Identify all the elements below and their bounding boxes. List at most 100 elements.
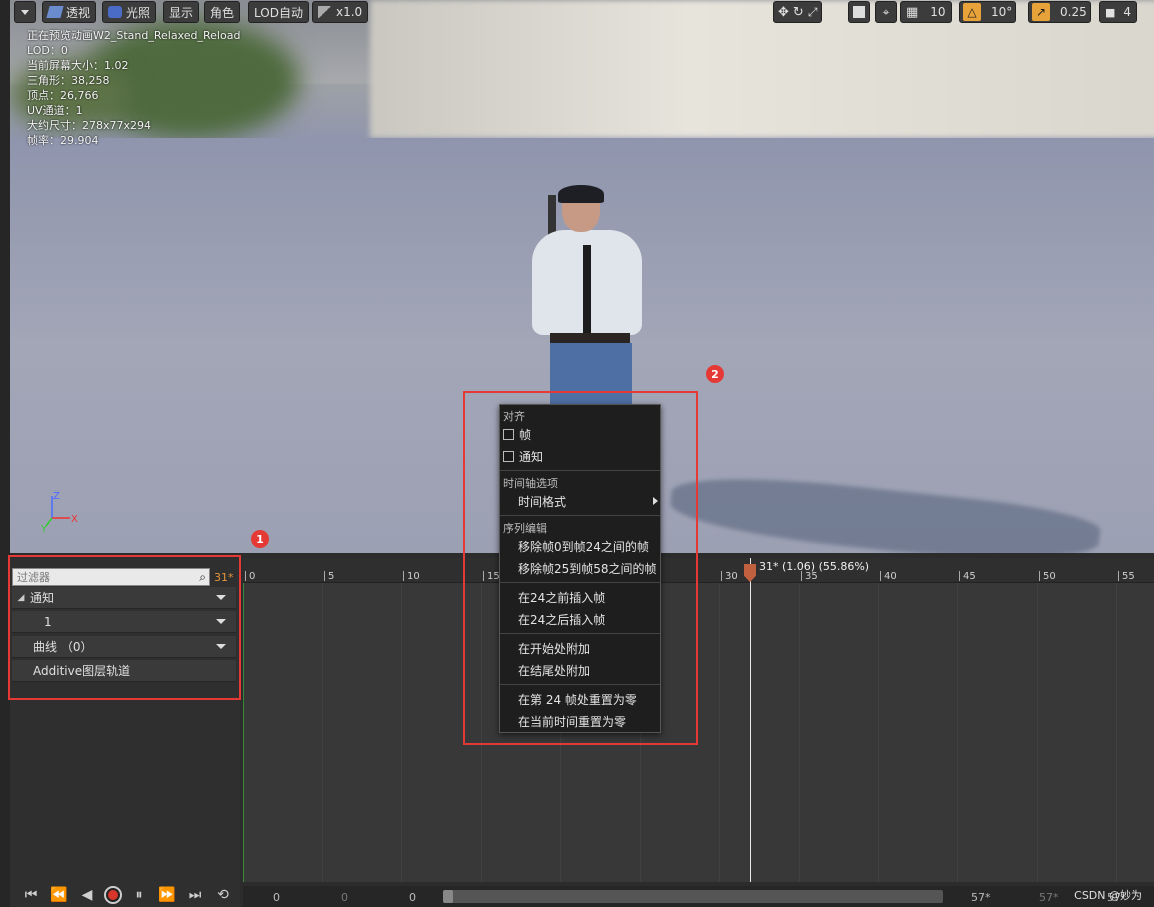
- camera-icon: ■: [1105, 5, 1116, 19]
- axis-x-label: X: [71, 514, 78, 525]
- step-back-icon[interactable]: ⏪: [48, 886, 70, 904]
- menu-separator: [500, 582, 660, 583]
- menu-item-append-start[interactable]: 在开始处附加: [500, 637, 660, 659]
- menu-item-snap-notify[interactable]: 通知: [500, 445, 660, 467]
- filter-placeholder: 过滤器: [17, 571, 50, 584]
- menu-separator: [500, 515, 660, 516]
- menu-item-label: 移除帧0到帧24之间的帧: [518, 539, 649, 554]
- collapse-arrow-icon[interactable]: ◢: [12, 593, 30, 603]
- annotation-badge-2: 2: [706, 365, 724, 383]
- menu-item-snap-frame[interactable]: 帧: [500, 423, 660, 445]
- time-ruler[interactable]: 0 5 10 15 30 35 40 45 50 55: [243, 558, 1154, 583]
- range-view-start-value[interactable]: 0: [341, 891, 348, 904]
- grid-line: [481, 583, 482, 882]
- rotate-icon[interactable]: ↻: [793, 5, 804, 20]
- lighting-button[interactable]: 光照: [102, 1, 157, 23]
- range-work-start-value[interactable]: 0: [409, 891, 416, 904]
- watermark: CSDN @妙为: [1074, 889, 1142, 902]
- character-button[interactable]: 角色: [204, 1, 241, 23]
- menu-item-reset-at-24[interactable]: 在第 24 帧处重置为零: [500, 688, 660, 710]
- menu-separator: [500, 684, 660, 685]
- playback-speed-button[interactable]: x1.0: [312, 1, 369, 23]
- filter-bar: 过滤器 ⌕ 31*: [12, 567, 236, 587]
- filter-input[interactable]: 过滤器 ⌕: [12, 568, 210, 586]
- ruler-tick: 5: [323, 571, 335, 582]
- range-view-end-value[interactable]: 57*: [1039, 891, 1059, 904]
- ruler-tick: 45: [959, 571, 976, 582]
- menu-item-append-end[interactable]: 在结尾处附加: [500, 659, 660, 681]
- dropdown-icon[interactable]: [216, 644, 226, 649]
- track-additive[interactable]: Additive图层轨道: [12, 660, 236, 682]
- menu-item-insert-after[interactable]: 在24之后插入帧: [500, 608, 660, 630]
- track-notify-1[interactable]: 1: [12, 611, 236, 633]
- menu-item-insert-before[interactable]: 在24之前插入帧: [500, 586, 660, 608]
- playhead-line[interactable]: [750, 558, 751, 882]
- scale-snap-icon: ↗: [1032, 3, 1050, 21]
- cube-perspective-icon: [46, 6, 64, 18]
- stat-lod: LOD：0: [27, 44, 68, 57]
- perspective-label: 透视: [66, 5, 91, 20]
- menu-item-remove-0-24[interactable]: 移除帧0到帧24之间的帧: [500, 535, 660, 557]
- surface-snap-button[interactable]: ⌖: [875, 1, 897, 23]
- scale-snap-button[interactable]: ↗ 0.25: [1028, 1, 1091, 23]
- scale-icon[interactable]: ⤢: [808, 5, 818, 20]
- search-icon[interactable]: ⌕: [199, 570, 206, 585]
- menu-item-reset-current[interactable]: 在当前时间重置为零: [500, 710, 660, 732]
- perspective-button[interactable]: 透视: [42, 1, 97, 23]
- menu-item-label: 在24之前插入帧: [518, 590, 606, 605]
- menu-section-sequence: 序列编辑: [503, 522, 547, 535]
- camera-speed-button[interactable]: ■ 4: [1099, 1, 1138, 23]
- step-forward-icon[interactable]: ⏩: [156, 886, 178, 904]
- grid-size-value[interactable]: 10: [922, 5, 945, 19]
- context-menu: 对齐 帧 通知 时间轴选项 时间格式 序列编辑 移除帧0到帧24之间的帧 移除帧…: [499, 404, 661, 733]
- cube-icon: [853, 6, 865, 18]
- play-reverse-icon[interactable]: ◀: [76, 886, 98, 904]
- pause-icon[interactable]: ⏸: [128, 886, 150, 904]
- dropdown-icon[interactable]: [216, 595, 226, 600]
- menu-item-remove-25-58[interactable]: 移除帧25到帧58之间的帧: [500, 557, 660, 579]
- record-icon[interactable]: [104, 886, 122, 904]
- loop-icon[interactable]: ⟲: [212, 886, 234, 904]
- grid-snap-button[interactable]: ▦ 10: [900, 1, 952, 23]
- track-curves[interactable]: 曲线 （0）: [12, 636, 236, 658]
- track-notify-1-label: 1: [44, 614, 52, 629]
- track-additive-label: Additive图层轨道: [33, 664, 131, 678]
- checkbox-icon[interactable]: [503, 450, 514, 462]
- track-notifies[interactable]: ◢ 通知: [12, 587, 236, 609]
- range-scrubber[interactable]: 0 0 0 57* 57* 57*: [243, 886, 1154, 907]
- viewport-menu-button[interactable]: [14, 1, 36, 23]
- track-curves-label: 曲线 （0）: [33, 640, 93, 654]
- rotation-snap-value[interactable]: 10°: [985, 5, 1012, 19]
- stat-screen-size: 当前屏幕大小：1.02: [27, 59, 129, 72]
- transform-tools-group[interactable]: ✥ ↻ ⤢: [773, 1, 823, 23]
- scale-snap-value[interactable]: 0.25: [1054, 5, 1087, 19]
- menu-item-time-format[interactable]: 时间格式: [500, 490, 660, 512]
- range-work-end-value[interactable]: 57*: [971, 891, 991, 904]
- world-local-button[interactable]: [848, 1, 870, 23]
- skip-to-end-icon[interactable]: ⏭: [184, 886, 206, 904]
- timeline-area[interactable]: 0 5 10 15 30 35 40 45 50 55 31* (1.06) (…: [243, 558, 1154, 882]
- menu-item-label: 在结尾处附加: [518, 663, 591, 678]
- track-notifies-label: 通知: [30, 591, 55, 605]
- dropdown-icon[interactable]: [216, 619, 226, 624]
- move-icon[interactable]: ✥: [778, 5, 789, 20]
- axis-z-label: Z: [53, 491, 60, 502]
- ruler-tick: 50: [1039, 571, 1056, 582]
- menu-section-snap: 对齐: [503, 410, 525, 423]
- stat-approx-size: 大约尺寸：278x77x294: [27, 119, 152, 132]
- stat-framerate: 帧率：29.904: [27, 134, 99, 147]
- lod-button[interactable]: LOD自动: [248, 1, 309, 23]
- range-scrollbar[interactable]: [443, 890, 943, 903]
- checkbox-icon[interactable]: [503, 428, 514, 440]
- surface-snap-icon: ⌖: [882, 4, 890, 19]
- ruler-tick: 30: [721, 571, 738, 582]
- skip-to-start-icon[interactable]: ⏮: [20, 886, 42, 904]
- grid-line: [957, 583, 958, 882]
- camera-speed-value[interactable]: 4: [1119, 5, 1131, 19]
- rotation-snap-button[interactable]: △ 10°: [959, 1, 1017, 23]
- ruler-tick: 55: [1118, 571, 1135, 582]
- show-button[interactable]: 显示: [163, 1, 200, 23]
- range-start-value[interactable]: 0: [273, 891, 280, 904]
- lighting-label: 光照: [126, 5, 151, 20]
- viewport-stats: 正在预览动画W2_Stand_Relaxed_Reload LOD：0 当前屏幕…: [27, 28, 240, 148]
